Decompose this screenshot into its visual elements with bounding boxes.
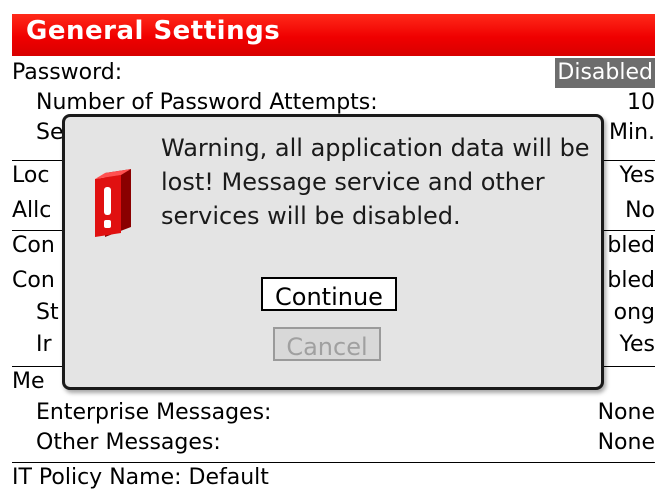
title-bar: General Settings [12, 14, 655, 56]
setting-value: None [597, 400, 655, 425]
setting-label: Ir [36, 332, 52, 357]
setting-value: None [597, 430, 655, 455]
setting-value: bled [607, 268, 655, 293]
warning-exclamation-icon [95, 169, 131, 237]
setting-value: bled [607, 233, 655, 258]
setting-row-it-policy-name[interactable]: IT Policy Name: Default [12, 462, 655, 493]
cancel-button[interactable]: Cancel [273, 327, 381, 361]
setting-label: Other Messages: [36, 430, 221, 455]
setting-label: St [36, 300, 59, 325]
setting-label: Loc [12, 163, 50, 188]
setting-label: Password: [12, 60, 123, 85]
screen-title: General Settings [26, 16, 281, 46]
setting-value: Yes [619, 332, 655, 357]
warning-dialog: Warning, all application data will be lo… [62, 114, 604, 390]
setting-row-password[interactable]: Password: Disabled [12, 58, 655, 88]
setting-label: Enterprise Messages: [36, 400, 272, 425]
setting-label: Me [12, 369, 45, 394]
setting-value: 10 [627, 90, 655, 115]
setting-value: ong [613, 300, 655, 325]
setting-label: Con [12, 268, 55, 293]
setting-value[interactable]: Disabled [555, 58, 655, 88]
setting-label: IT Policy Name: Default [12, 465, 269, 490]
setting-label: Con [12, 233, 55, 258]
setting-value: No [625, 198, 655, 223]
setting-value: Min. [608, 120, 655, 145]
dialog-message: Warning, all application data will be lo… [161, 134, 590, 230]
setting-row-other-messages[interactable]: Other Messages: None [12, 428, 655, 458]
setting-label: Allc [12, 198, 52, 223]
setting-value: Yes [619, 163, 655, 188]
continue-button[interactable]: Continue [261, 277, 397, 311]
setting-row-enterprise-messages[interactable]: Enterprise Messages: None [12, 398, 655, 428]
setting-label: Se [36, 120, 64, 145]
